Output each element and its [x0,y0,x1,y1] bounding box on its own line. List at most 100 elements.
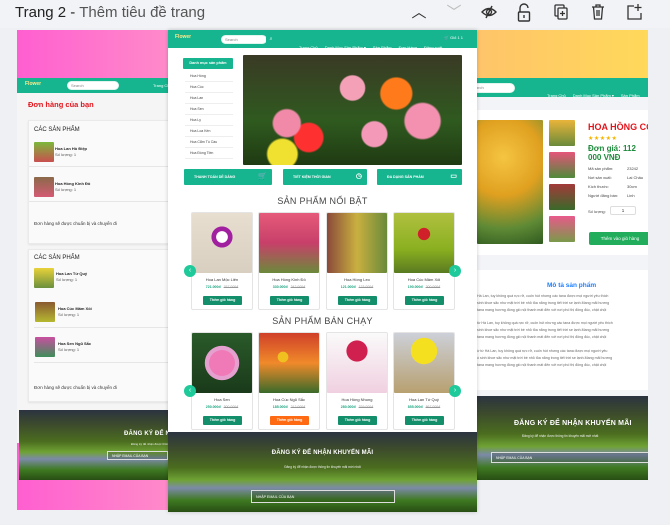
divider [34,327,174,328]
search-input[interactable]: Search [477,83,515,93]
add-to-cart-button[interactable]: Thêm giỏ hàng [405,416,444,425]
home-page-preview[interactable]: Flower Search ⌕ Trang Chủ Danh Mục Sản Ph… [168,30,477,512]
sale-price: 250.000đ [205,405,221,409]
page-toolbar: Trang 2 - Thêm tiêu đề trang ︿ ﹀ [0,0,670,28]
nav-products[interactable]: Sản Phẩm [621,93,640,98]
eye-off-icon[interactable] [479,3,499,23]
add-to-cart-label: Thêm giỏ hàng [276,418,303,422]
orders-page-preview[interactable]: Flower Search Trang Chủ Đơn hàng của bạn… [17,30,225,510]
category-list: Hoa Hồng Hoa Cúc Hoa Lan Hoa Sen Hoa Ly Hoa L… [185,71,233,159]
spec-label: Kích thước: [588,184,609,189]
divider [29,201,174,202]
carousel-prev-arrow-icon[interactable]: ‹ [184,265,196,277]
category-item[interactable]: Hoa Loa Kèn [185,126,233,137]
feature-label: THANH TOÁN DỄ DÀNG [194,175,236,179]
product-name[interactable]: Hoa Lan Mộc Liên [192,277,252,282]
product-image[interactable] [327,333,387,393]
category-item[interactable]: Hoa Cẩm Tú Cầu [185,137,233,148]
add-to-cart-button[interactable]: Thêm vào giỏ hàng [589,232,648,245]
newsletter-subtitle: Đăng ký để nhận được thông tin khuyến mã… [284,465,361,469]
category-item[interactable]: Hoa Sen [185,104,233,115]
product-thumb[interactable] [549,120,575,146]
order-note: Đơn hàng sẽ được chuẩn bị và chuyển đi [34,221,117,226]
nav-categories[interactable]: Danh Mục Sản Phẩm ▾ [573,93,614,98]
email-input[interactable]: NHẬP EMAIL CỦA BẠN [251,490,395,503]
product-image[interactable] [327,213,387,273]
spec-value: Lai Châu [627,175,644,180]
cart-link[interactable]: 🛒 Giỏ 1 1 [444,35,463,40]
search-input[interactable]: Search [221,35,267,44]
chevron-down-icon[interactable]: ﹀ [444,3,464,23]
carousel-next-arrow-icon[interactable]: › [449,385,461,397]
product-image[interactable] [259,213,319,273]
product-card[interactable]: Hoa Hồng Kinh Đô 330.000đ 342.000đ Thêm giỏ… [258,212,320,310]
description-line: tana mang hương đồng gió nội thanh mát đ… [477,308,607,312]
product-card[interactable]: Hoa Hồng Leo 121.000đ 123.000đ Thêm giỏ hàn… [326,212,388,310]
duplicate-icon[interactable] [551,3,571,23]
add-to-cart-button[interactable]: Thêm giỏ hàng [405,296,444,305]
product-name[interactable]: Hoa Hồng Nhung [327,397,387,402]
carousel-next-arrow-icon[interactable]: › [449,265,461,277]
nav-logout[interactable]: Đăng xuất [424,45,442,50]
feature-button[interactable]: THANH TOÁN DỄ DÀNG 🛒 [184,169,272,185]
add-to-cart-button[interactable]: Thêm giỏ hàng [338,416,377,425]
sofa-icon: ▭ [450,173,457,180]
product-card[interactable]: Hoa Hồng Nhung 280.000đ 329.000đ Thêm giỏ h… [326,332,388,430]
category-item[interactable]: Hoa Đồng Tiền [185,148,233,159]
email-input[interactable]: NHẬP EMAIL CỦA BẠN [107,451,168,460]
quantity-input[interactable]: 1 [610,206,636,215]
product-name[interactable]: Hoa Lan Tứ Quý [394,397,454,402]
product-card[interactable]: Hoa Sen 250.000đ 300.000đ Thêm giỏ hàng [191,332,253,430]
unlock-icon[interactable] [514,3,534,23]
product-name[interactable]: Hoa Cúc Mâm Xôi [394,277,454,282]
nav-categories[interactable]: Danh Mục Sản Phẩm ▾ [325,45,366,50]
old-price: 212.000đ [290,405,306,409]
site-nav: Trang Chủ Danh Mục Sản Phẩm ▾ Sản Phẩm [547,84,647,102]
category-item[interactable]: Hoa Lan [185,93,233,104]
product-card[interactable]: Hoa Lan Mộc Liên 721.000đ 767.000đ Thêm giỏ… [191,212,253,310]
product-thumb[interactable] [549,152,575,178]
product-thumb[interactable] [549,184,575,210]
category-item[interactable]: Hoa Cúc [185,82,233,93]
product-name[interactable]: Hoa Hồng Leo [327,277,387,282]
nav-home[interactable]: Trang Chủ [547,93,566,98]
product-image[interactable] [192,333,252,393]
hero-banner-image [243,55,462,165]
carousel-prev-arrow-icon[interactable]: ‹ [184,385,196,397]
product-detail-page-preview[interactable]: Search Trang Chủ Danh Mục Sản Phẩm ▾ Sản P… [477,30,648,480]
product-image[interactable] [192,213,252,273]
trash-icon[interactable] [588,3,608,23]
add-to-cart-button[interactable]: Thêm giỏ hàng [203,296,242,305]
product-name[interactable]: Hoa Cúc Ngũ Sắc [259,397,319,402]
sale-price: 121.000đ [340,285,356,289]
add-page-icon[interactable] [624,3,644,23]
email-input[interactable]: NHẬP EMAIL CỦA BẠN [491,452,648,463]
product-image[interactable] [394,213,454,273]
feature-button[interactable]: TIẾT KIỆM THỜI GIAN ◷ [283,169,367,185]
add-to-cart-button[interactable]: Thêm giỏ hàng [203,416,242,425]
category-item[interactable]: Hoa Ly [185,115,233,126]
product-card[interactable]: Hoa Cúc Ngũ Sắc 185.000đ 212.000đ Thêm giỏ … [258,332,320,430]
search-input[interactable]: Search [67,81,119,90]
product-name[interactable]: Hoa Hồng Kinh Đô [259,277,319,282]
add-to-cart-button[interactable]: Thêm giỏ hàng [270,416,309,425]
product-name[interactable]: Hoa Sen [192,397,252,402]
product-image[interactable] [259,333,319,393]
product-thumb[interactable] [549,216,575,242]
add-to-cart-button[interactable]: Thêm giỏ hàng [338,296,377,305]
product-card[interactable]: Hoa Lan Tứ Quý 855.000đ 867.000đ Thêm giỏ h… [393,332,455,430]
spec-label: Nơi sản xuất: [588,175,612,180]
product-card[interactable]: Hoa Cúc Mâm Xôi 190.000đ 200.000đ Thêm giỏ … [393,212,455,310]
search-icon[interactable]: ⌕ [266,35,276,44]
add-to-cart-button[interactable]: Thêm giỏ hàng [270,296,309,305]
category-item[interactable]: Hoa Hồng [185,71,233,82]
nav-orders[interactable]: Đơn Hàng [399,45,417,50]
site-header: Search Trang Chủ Danh Mục Sản Phẩm ▾ Sản P… [477,78,648,98]
product-image[interactable] [394,333,454,393]
chevron-up-icon[interactable]: ︿ [409,3,429,23]
page-title[interactable]: Trang 2 - Thêm tiêu đề trang [15,4,205,21]
nav-products[interactable]: Sản Phẩm [373,45,392,50]
feature-button[interactable]: ĐA DẠNG SẢN PHẨM ▭ [377,169,462,185]
nav-home[interactable]: Trang Chủ [299,45,318,50]
newsletter-subtitle: Đăng ký để nhận được thông tin khuyến mã… [522,434,599,438]
